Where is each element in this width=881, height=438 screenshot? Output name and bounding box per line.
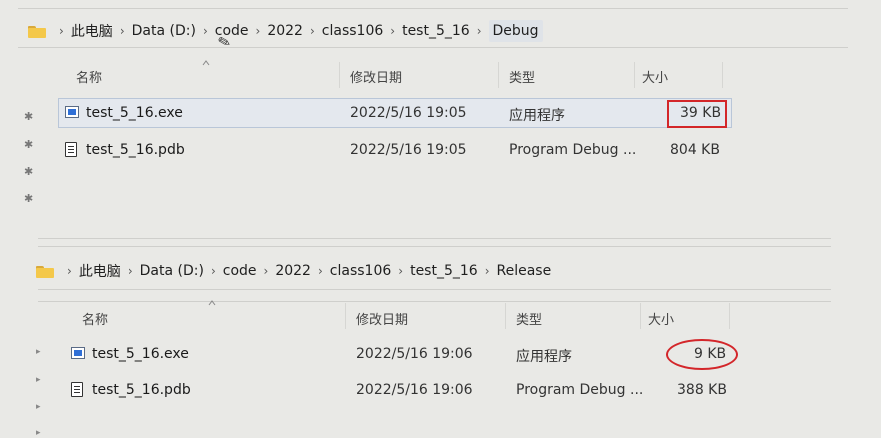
file-type: 应用程序 <box>509 108 565 124</box>
chevron-right-icon[interactable]: › <box>59 24 64 38</box>
breadcrumb-this-pc[interactable]: 此电脑 <box>79 261 121 281</box>
column-divider[interactable] <box>345 303 346 329</box>
chevron-right-icon[interactable]: › <box>310 24 315 38</box>
bottom-header-border <box>38 301 831 302</box>
file-name[interactable]: test_5_16.exe <box>92 346 189 362</box>
file-modified: 2022/5/16 19:06 <box>356 346 473 362</box>
top-address-divider <box>18 47 848 48</box>
file-name[interactable]: test_5_16.pdb <box>86 142 185 158</box>
column-divider[interactable] <box>339 62 340 88</box>
breadcrumb-release[interactable]: Release <box>497 263 552 279</box>
chevron-right-icon[interactable]: › <box>120 24 125 38</box>
folder-icon <box>36 265 54 278</box>
column-divider[interactable] <box>505 303 506 329</box>
chevron-right-icon[interactable]: › <box>477 24 482 38</box>
file-modified: 2022/5/16 19:06 <box>356 382 473 398</box>
column-header-size[interactable]: 大小 <box>648 309 674 328</box>
breadcrumb-2022[interactable]: 2022 <box>267 23 303 39</box>
expand-chevron-icon[interactable]: ▸ <box>36 402 41 412</box>
pdb-icon <box>71 382 83 397</box>
breadcrumb-debug[interactable]: Debug <box>488 20 543 42</box>
pin-icon: ✱ <box>24 165 34 178</box>
breadcrumb-test-5-16[interactable]: test_5_16 <box>402 23 470 39</box>
panel-divider <box>38 238 831 239</box>
pdb-icon <box>65 142 77 157</box>
red-highlight-box <box>667 100 727 128</box>
column-divider[interactable] <box>498 62 499 88</box>
column-divider[interactable] <box>722 62 723 88</box>
file-modified: 2022/5/16 19:05 <box>350 105 467 121</box>
breadcrumb-class106[interactable]: class106 <box>322 23 383 39</box>
breadcrumb-data-drive[interactable]: Data (D:) <box>140 263 204 279</box>
column-header-type[interactable]: 类型 <box>509 67 535 86</box>
expand-chevron-icon[interactable]: ▸ <box>36 375 41 385</box>
pin-icon: ✱ <box>24 110 34 123</box>
pin-icon: ✱ <box>24 192 34 205</box>
top-address-border <box>18 8 848 9</box>
breadcrumb-code[interactable]: code <box>223 263 257 279</box>
file-size: 804 KB <box>670 142 720 158</box>
column-divider[interactable] <box>729 303 730 329</box>
column-header-name[interactable]: 名称 <box>76 67 102 86</box>
expand-chevron-icon[interactable]: ▸ <box>36 347 41 357</box>
breadcrumb-this-pc[interactable]: 此电脑 <box>71 21 113 41</box>
file-type: 应用程序 <box>516 349 572 365</box>
chevron-right-icon[interactable]: › <box>398 264 403 278</box>
chevron-right-icon[interactable]: › <box>203 24 208 38</box>
folder-icon <box>28 25 46 38</box>
top-address-bar[interactable]: › 此电脑 › Data (D:) › code › 2022 › class1… <box>28 20 543 42</box>
column-header-type[interactable]: 类型 <box>516 309 542 328</box>
column-header-name[interactable]: 名称 <box>82 309 108 328</box>
chevron-right-icon[interactable]: › <box>390 24 395 38</box>
exe-icon <box>65 106 79 118</box>
chevron-right-icon[interactable]: › <box>211 264 216 278</box>
column-divider[interactable] <box>634 62 635 88</box>
exe-icon <box>71 347 85 359</box>
chevron-right-icon[interactable]: › <box>67 264 72 278</box>
column-header-modified[interactable]: 修改日期 <box>356 309 408 328</box>
file-size: 388 KB <box>677 382 727 398</box>
bottom-address-divider <box>38 289 831 290</box>
column-header-modified[interactable]: 修改日期 <box>350 67 402 86</box>
panel-divider <box>38 246 831 247</box>
file-modified: 2022/5/16 19:05 <box>350 142 467 158</box>
expand-chevron-icon[interactable]: ▸ <box>36 428 41 438</box>
chevron-right-icon[interactable]: › <box>264 264 269 278</box>
breadcrumb-data-drive[interactable]: Data (D:) <box>132 23 196 39</box>
file-type: Program Debug ... <box>509 142 637 158</box>
red-highlight-ellipse <box>666 339 738 370</box>
breadcrumb-class106[interactable]: class106 <box>330 263 391 279</box>
chevron-right-icon[interactable]: › <box>485 264 490 278</box>
chevron-right-icon[interactable]: › <box>318 264 323 278</box>
sort-caret-icon <box>202 60 210 66</box>
column-divider[interactable] <box>640 303 641 329</box>
pin-icon: ✱ <box>24 138 34 151</box>
chevron-right-icon[interactable]: › <box>128 264 133 278</box>
breadcrumb-test-5-16[interactable]: test_5_16 <box>410 263 478 279</box>
column-header-size[interactable]: 大小 <box>642 67 668 86</box>
sort-caret-icon <box>208 300 216 306</box>
file-name[interactable]: test_5_16.pdb <box>92 382 191 398</box>
bottom-address-bar[interactable]: › 此电脑 › Data (D:) › code › 2022 › class1… <box>36 261 551 281</box>
file-name[interactable]: test_5_16.exe <box>86 105 183 121</box>
breadcrumb-2022[interactable]: 2022 <box>275 263 311 279</box>
file-type: Program Debug ... <box>516 382 644 398</box>
chevron-right-icon[interactable]: › <box>256 24 261 38</box>
